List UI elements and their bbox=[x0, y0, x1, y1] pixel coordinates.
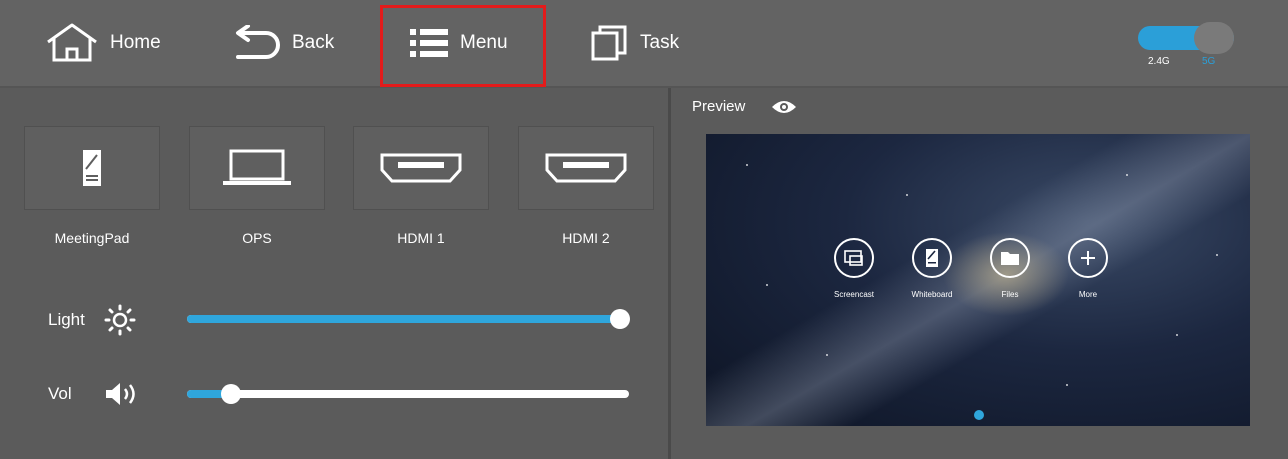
back-label: Back bbox=[292, 32, 335, 53]
light-slider-thumb[interactable] bbox=[610, 309, 631, 329]
task-label: Task bbox=[640, 32, 680, 53]
hdmi-port-icon bbox=[380, 153, 462, 183]
screencast-label: Screencast bbox=[833, 290, 875, 299]
source-label-hdmi1: HDMI 1 bbox=[397, 230, 445, 246]
preview-home-dot bbox=[974, 410, 984, 420]
band-toggle-knob bbox=[1194, 22, 1234, 54]
task-button[interactable]: Task bbox=[590, 18, 679, 68]
band-option-24g: 2.4G bbox=[1148, 56, 1170, 67]
home-label: Home bbox=[110, 32, 161, 53]
wifi-band-toggle[interactable]: 2.4G 5G bbox=[1138, 22, 1238, 70]
band-option-5g: 5G bbox=[1202, 56, 1216, 67]
task-windows-icon bbox=[591, 25, 627, 61]
source-label-ops: OPS bbox=[242, 230, 272, 246]
volume-slider[interactable] bbox=[187, 384, 629, 404]
eye-icon[interactable] bbox=[770, 98, 798, 116]
source-control-panel: MeetingPad OPS HDMI 1 HDMI 2 Light Vol bbox=[0, 88, 668, 459]
source-label-hdmi2: HDMI 2 bbox=[562, 230, 610, 246]
source-tile-hdmi2[interactable] bbox=[518, 126, 654, 210]
volume-slider-thumb[interactable] bbox=[221, 384, 242, 404]
star bbox=[826, 354, 828, 356]
preview-label: Preview bbox=[692, 98, 746, 115]
tablet-icon bbox=[83, 150, 101, 186]
top-navigation-bar: Home Back Menu Task 2.4G 5G bbox=[0, 0, 1288, 88]
more-app-button[interactable] bbox=[1068, 238, 1108, 278]
light-slider[interactable] bbox=[187, 309, 631, 329]
star bbox=[1066, 384, 1068, 386]
source-tile-hdmi1[interactable] bbox=[353, 126, 489, 210]
panel-divider bbox=[668, 88, 671, 459]
star bbox=[1126, 174, 1128, 176]
more-label: More bbox=[1078, 290, 1098, 299]
menu-button[interactable]: Menu bbox=[408, 18, 508, 68]
source-tile-ops[interactable] bbox=[189, 126, 325, 210]
files-app-button[interactable] bbox=[990, 238, 1030, 278]
home-icon bbox=[47, 23, 97, 62]
hdmi-port-icon bbox=[545, 153, 627, 183]
whiteboard-icon bbox=[926, 249, 938, 267]
home-button[interactable]: Home bbox=[44, 18, 161, 68]
star bbox=[746, 164, 748, 166]
star bbox=[1216, 254, 1218, 256]
speaker-icon bbox=[106, 383, 135, 405]
folder-icon bbox=[1001, 252, 1019, 265]
whiteboard-app-button[interactable] bbox=[912, 238, 952, 278]
source-tile-meetingpad[interactable] bbox=[24, 126, 160, 210]
star bbox=[766, 284, 768, 286]
brightness-icon bbox=[104, 304, 136, 336]
star bbox=[1176, 334, 1178, 336]
preview-screen[interactable]: Screencast Whiteboard Files More bbox=[706, 134, 1250, 426]
plus-icon bbox=[1081, 251, 1095, 265]
source-label-meetingpad: MeetingPad bbox=[54, 230, 130, 246]
screencast-app-button[interactable] bbox=[834, 238, 874, 278]
menu-label: Menu bbox=[460, 32, 508, 53]
list-menu-icon bbox=[410, 29, 448, 57]
whiteboard-label: Whiteboard bbox=[911, 290, 953, 299]
files-label: Files bbox=[1001, 290, 1019, 299]
light-label: Light bbox=[48, 310, 85, 329]
back-button[interactable]: Back bbox=[232, 18, 334, 68]
star bbox=[906, 194, 908, 196]
light-slider-fill bbox=[187, 315, 621, 323]
back-arrow-icon bbox=[236, 25, 280, 59]
screencast-icon bbox=[844, 250, 863, 266]
laptop-icon bbox=[223, 149, 291, 185]
volume-label: Vol bbox=[48, 384, 72, 403]
